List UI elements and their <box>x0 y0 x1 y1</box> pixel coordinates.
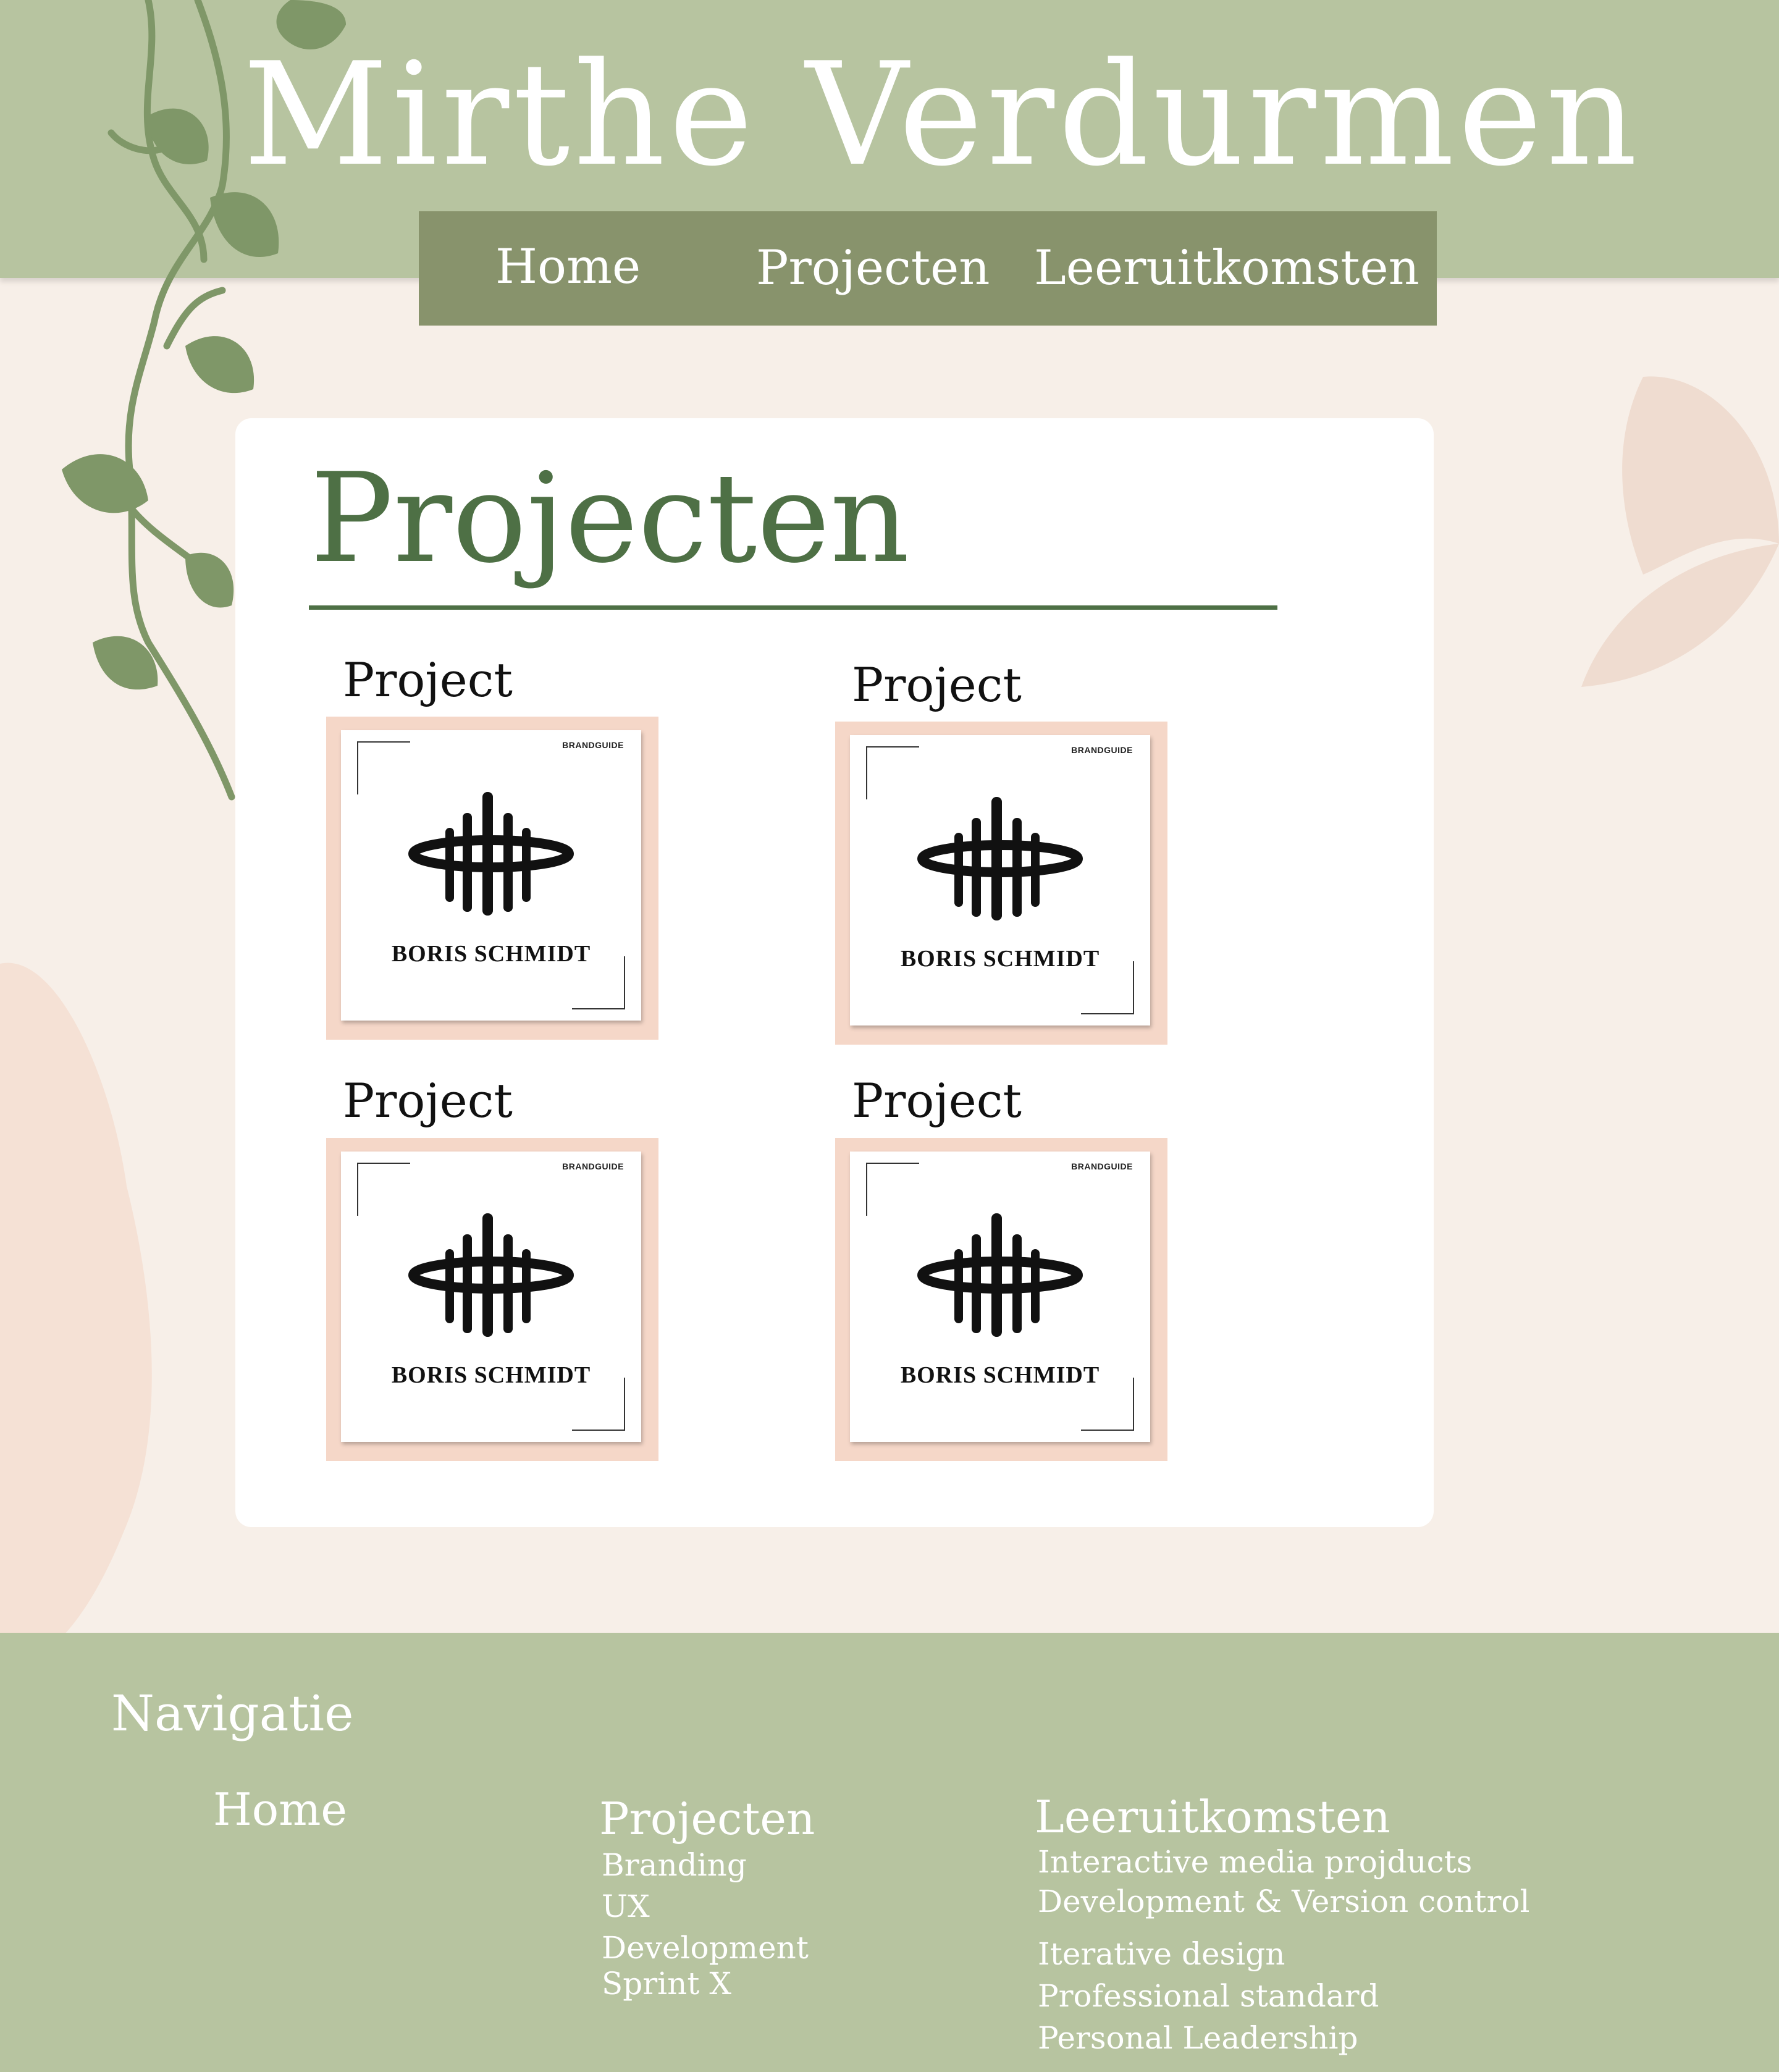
footer-link-ux[interactable]: UX <box>602 1889 650 1925</box>
brandguide-cover: BRANDGUIDE BORIS SCHMIDT <box>850 1152 1150 1442</box>
peach-blob-left-decoration <box>0 962 152 1637</box>
brandguide-badge: BRANDGUIDE <box>1071 1161 1133 1171</box>
brand-name: BORIS SCHMIDT <box>391 941 591 967</box>
title-divider <box>309 605 1277 610</box>
corner-mark <box>866 746 919 799</box>
project-thumbnail[interactable]: BRANDGUIDE BORIS SCHMIDT <box>835 722 1167 1045</box>
footer-link-personal-leadership[interactable]: Personal Leadership <box>1038 2020 1358 2057</box>
corner-mark <box>357 741 410 794</box>
corner-mark <box>357 1163 410 1216</box>
nav-home-link[interactable]: Home <box>495 238 641 297</box>
brandguide-badge: BRANDGUIDE <box>562 1161 624 1171</box>
footer-projecten-link[interactable]: Projecten <box>599 1793 815 1845</box>
boris-schmidt-logo-icon <box>408 1213 574 1337</box>
nav-leeruitkomsten-link[interactable]: Leeruitkomsten <box>1034 240 1419 298</box>
footer-home-link[interactable]: Home <box>213 1784 347 1835</box>
brandguide-cover: BRANDGUIDE BORIS SCHMIDT <box>850 735 1150 1025</box>
boris-schmidt-logo-icon <box>917 1213 1083 1337</box>
footer-heading: Navigatie <box>111 1685 354 1742</box>
peach-leaf-right-decoration <box>1581 376 1779 687</box>
project-label: Project <box>343 652 513 707</box>
brandguide-cover: BRANDGUIDE BORIS SCHMIDT <box>341 1152 641 1442</box>
brandguide-badge: BRANDGUIDE <box>562 740 624 750</box>
brand-name: BORIS SCHMIDT <box>391 1362 591 1388</box>
project-label: Project <box>343 1073 513 1128</box>
brandguide-badge: BRANDGUIDE <box>1071 745 1133 755</box>
nav-projecten-link[interactable]: Projecten <box>756 240 990 298</box>
footer-link-interactive-media[interactable]: Interactive media projducts <box>1038 1844 1472 1880</box>
footer-link-development[interactable]: Development <box>602 1930 809 1966</box>
boris-schmidt-logo-icon <box>917 797 1083 920</box>
project-label: Project <box>852 657 1022 712</box>
footer-link-professional-standard[interactable]: Professional standard <box>1038 1978 1379 2015</box>
main-nav: Home Projecten Leeruitkomsten <box>419 211 1437 326</box>
project-thumbnail[interactable]: BRANDGUIDE BORIS SCHMIDT <box>835 1138 1167 1461</box>
footer-link-iterative-design[interactable]: Iterative design <box>1038 1936 1285 1973</box>
boris-schmidt-logo-icon <box>408 792 574 916</box>
project-thumbnail[interactable]: BRANDGUIDE BORIS SCHMIDT <box>326 1138 658 1461</box>
footer-link-sprint-x[interactable]: Sprint X <box>602 1966 731 2002</box>
project-label: Project <box>852 1073 1022 1128</box>
section-title: Projecten <box>310 447 910 591</box>
footer-leeruitkomsten-link[interactable]: Leeruitkomsten <box>1035 1792 1390 1843</box>
corner-mark <box>866 1163 919 1216</box>
site-footer: Navigatie Home Projecten Branding UX Dev… <box>0 1633 1779 2072</box>
footer-link-branding[interactable]: Branding <box>602 1847 747 1884</box>
footer-link-development-version-control[interactable]: Development & Version control <box>1038 1884 1529 1920</box>
project-thumbnail[interactable]: BRANDGUIDE BORIS SCHMIDT <box>326 717 658 1040</box>
brand-name: BORIS SCHMIDT <box>900 946 1100 972</box>
site-title: Mirthe Verdurmen <box>243 33 1641 198</box>
brand-name: BORIS SCHMIDT <box>900 1362 1100 1388</box>
brandguide-cover: BRANDGUIDE BORIS SCHMIDT <box>341 730 641 1021</box>
